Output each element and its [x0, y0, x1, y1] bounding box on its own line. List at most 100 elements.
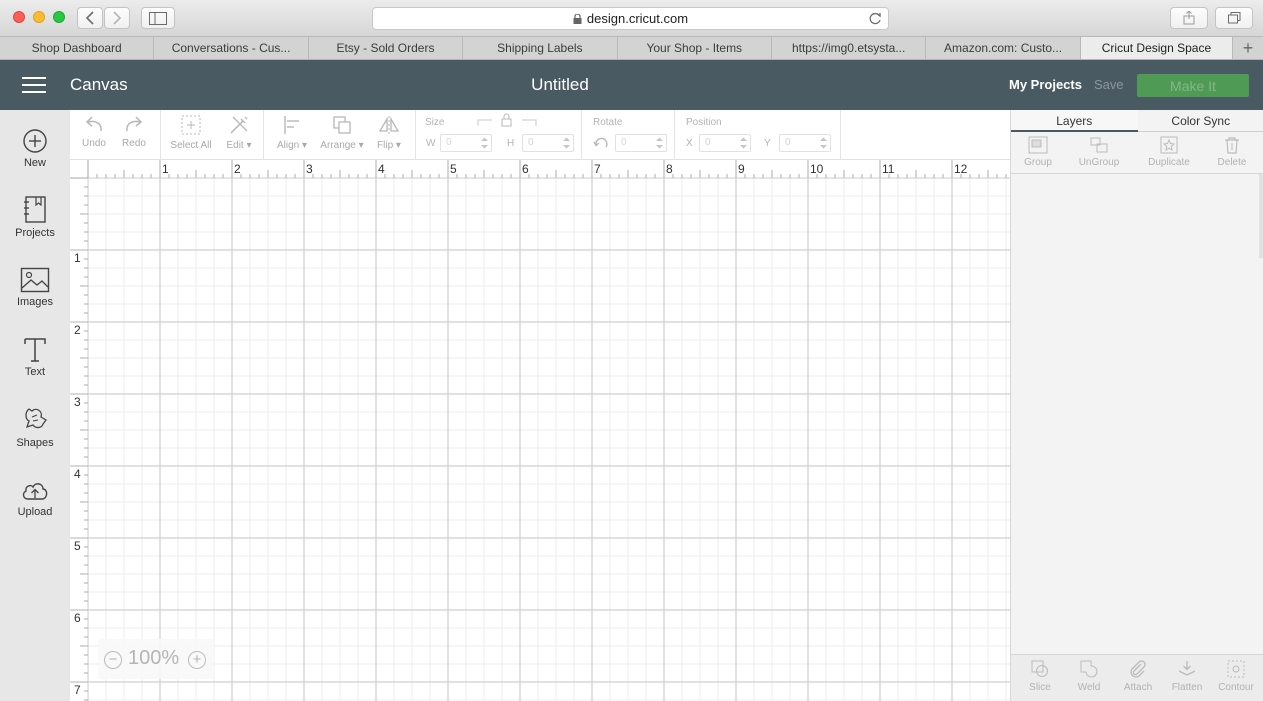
- browser-tab[interactable]: Amazon.com: Custo...: [926, 37, 1081, 59]
- browser-tab[interactable]: https://img0.etsysta...: [772, 37, 927, 59]
- browser-tab[interactable]: Shipping Labels: [463, 37, 618, 59]
- share-button[interactable]: [1170, 7, 1208, 29]
- select-all-icon: [181, 115, 201, 135]
- sidebar-item-images[interactable]: Images: [0, 267, 70, 337]
- ruler-label-top: 7: [594, 162, 601, 176]
- zoom-in-button[interactable]: +: [188, 651, 206, 669]
- ruler-label-top: 3: [306, 162, 313, 176]
- trash-icon: [1225, 137, 1239, 154]
- flip-dropdown[interactable]: Flip ▾: [372, 114, 406, 151]
- rotate-input[interactable]: 0: [615, 134, 667, 152]
- share-icon: [1183, 11, 1195, 25]
- sidebar-item-shapes[interactable]: Shapes: [0, 406, 70, 476]
- select-all-button[interactable]: Select All: [168, 114, 214, 151]
- redo-button[interactable]: Redo: [121, 114, 147, 149]
- ungroup-button[interactable]: UnGroup: [1073, 136, 1125, 168]
- weld-button[interactable]: Weld: [1072, 659, 1106, 693]
- new-tab-button[interactable]: +: [1233, 37, 1263, 59]
- reload-icon[interactable]: [869, 12, 882, 25]
- tabs-overview-icon: [1227, 12, 1240, 24]
- zoom-control: − 100% +: [98, 639, 214, 679]
- sidebar-item-new[interactable]: New: [0, 128, 70, 198]
- layer-actions: Group UnGroup Duplicate Delete: [1011, 132, 1263, 174]
- tab-color-sync[interactable]: Color Sync: [1137, 110, 1263, 132]
- zoom-level: 100%: [128, 647, 180, 669]
- design-canvas[interactable]: 1 2 3 4 5 6 7 8 9 10 11 12 1 2 3 4 5 6 7 − 100% +: [70, 160, 1010, 701]
- lock-aspect-icon[interactable]: [476, 112, 538, 128]
- document-title[interactable]: Untitled: [0, 75, 1120, 95]
- panel-tabs: Layers Color Sync: [1011, 110, 1263, 132]
- browser-tab[interactable]: Etsy - Sold Orders: [309, 37, 464, 59]
- slice-button[interactable]: Slice: [1023, 659, 1057, 693]
- spinner-icon[interactable]: [480, 136, 489, 150]
- y-position-input[interactable]: 0: [779, 134, 831, 152]
- flatten-button[interactable]: Flatten: [1166, 659, 1208, 693]
- browser-tab-active[interactable]: Cricut Design Space: [1080, 37, 1234, 59]
- duplicate-button[interactable]: Duplicate: [1143, 136, 1195, 168]
- ruler-label-top: 5: [450, 162, 457, 176]
- redo-label: Redo: [122, 138, 146, 149]
- spinner-icon[interactable]: [819, 136, 828, 150]
- my-projects-link[interactable]: My Projects: [1009, 77, 1082, 92]
- sidebar-item-label: Projects: [15, 227, 55, 239]
- align-dropdown[interactable]: Align ▾: [272, 114, 312, 151]
- x-position-input[interactable]: 0: [699, 134, 751, 152]
- close-window-button[interactable]: [13, 11, 25, 23]
- sidebar-toggle-button[interactable]: [141, 7, 175, 29]
- left-sidebar: New Projects Images Text Shapes Upload: [0, 110, 70, 701]
- show-tabs-button[interactable]: [1215, 7, 1253, 29]
- height-input[interactable]: 0: [522, 134, 574, 152]
- minimize-window-button[interactable]: [33, 11, 45, 23]
- flip-label: Flip ▾: [377, 140, 401, 151]
- group-button[interactable]: Group: [1021, 136, 1055, 168]
- position-label: Position: [686, 117, 722, 128]
- rotate-group: Rotate 0: [582, 110, 675, 160]
- delete-button[interactable]: Delete: [1214, 136, 1250, 168]
- rotate-label: Rotate: [593, 117, 623, 128]
- save-button[interactable]: Save: [1094, 77, 1124, 92]
- tab-layers[interactable]: Layers: [1011, 110, 1138, 132]
- forward-button[interactable]: [104, 7, 130, 29]
- make-it-button[interactable]: Make It: [1137, 74, 1249, 97]
- paperclip-icon: [1130, 660, 1146, 678]
- flip-icon: [378, 116, 400, 134]
- align-icon: [284, 116, 299, 134]
- arrange-label: Arrange ▾: [320, 140, 364, 151]
- browser-tab[interactable]: Your Shop - Items: [618, 37, 772, 59]
- sidebar-item-text[interactable]: Text: [0, 337, 70, 407]
- spinner-icon[interactable]: [739, 136, 748, 150]
- browser-tab-bar: Shop Dashboard Conversations - Cus... Et…: [0, 37, 1263, 60]
- sidebar-item-upload[interactable]: Upload: [0, 479, 70, 549]
- sidebar-item-label: Upload: [17, 506, 53, 518]
- zoom-out-button[interactable]: −: [104, 651, 122, 669]
- spinner-icon[interactable]: [562, 136, 571, 150]
- undo-label: Undo: [82, 138, 106, 149]
- ruler-label-left: 4: [74, 467, 81, 481]
- ungroup-icon: [1090, 137, 1108, 153]
- width-input[interactable]: 0: [440, 134, 492, 152]
- delete-label: Delete: [1217, 157, 1247, 168]
- attach-button[interactable]: Attach: [1118, 659, 1158, 693]
- spinner-icon[interactable]: [655, 136, 664, 150]
- back-button[interactable]: [77, 7, 103, 29]
- sidebar-icon: [149, 11, 167, 25]
- width-label: W: [426, 138, 436, 149]
- arrange-dropdown[interactable]: Arrange ▾: [318, 114, 366, 151]
- duplicate-label: Duplicate: [1148, 157, 1190, 168]
- browser-tab[interactable]: Conversations - Cus...: [154, 37, 309, 59]
- canvas-grid[interactable]: 1 2 3 4 5 6 7 8 9 10 11 121234567: [70, 160, 1010, 701]
- ruler-label-left: 1: [74, 251, 81, 265]
- zoom-window-button[interactable]: [53, 11, 65, 23]
- ruler-label-top: 1: [162, 162, 169, 176]
- sidebar-item-projects[interactable]: Projects: [0, 196, 70, 266]
- contour-button[interactable]: Contour: [1214, 659, 1258, 693]
- app-header: Canvas Untitled My Projects Save Make It: [0, 60, 1263, 110]
- address-bar[interactable]: design.cricut.com: [372, 7, 889, 30]
- browser-tab[interactable]: Shop Dashboard: [0, 37, 155, 59]
- edit-dropdown[interactable]: Edit ▾: [222, 114, 256, 151]
- ruler-label-top: 11: [882, 162, 895, 176]
- panel-scrollbar[interactable]: [1259, 174, 1263, 258]
- undo-button[interactable]: Undo: [81, 114, 107, 149]
- sidebar-item-label: Images: [16, 296, 54, 308]
- weld-label: Weld: [1077, 682, 1101, 693]
